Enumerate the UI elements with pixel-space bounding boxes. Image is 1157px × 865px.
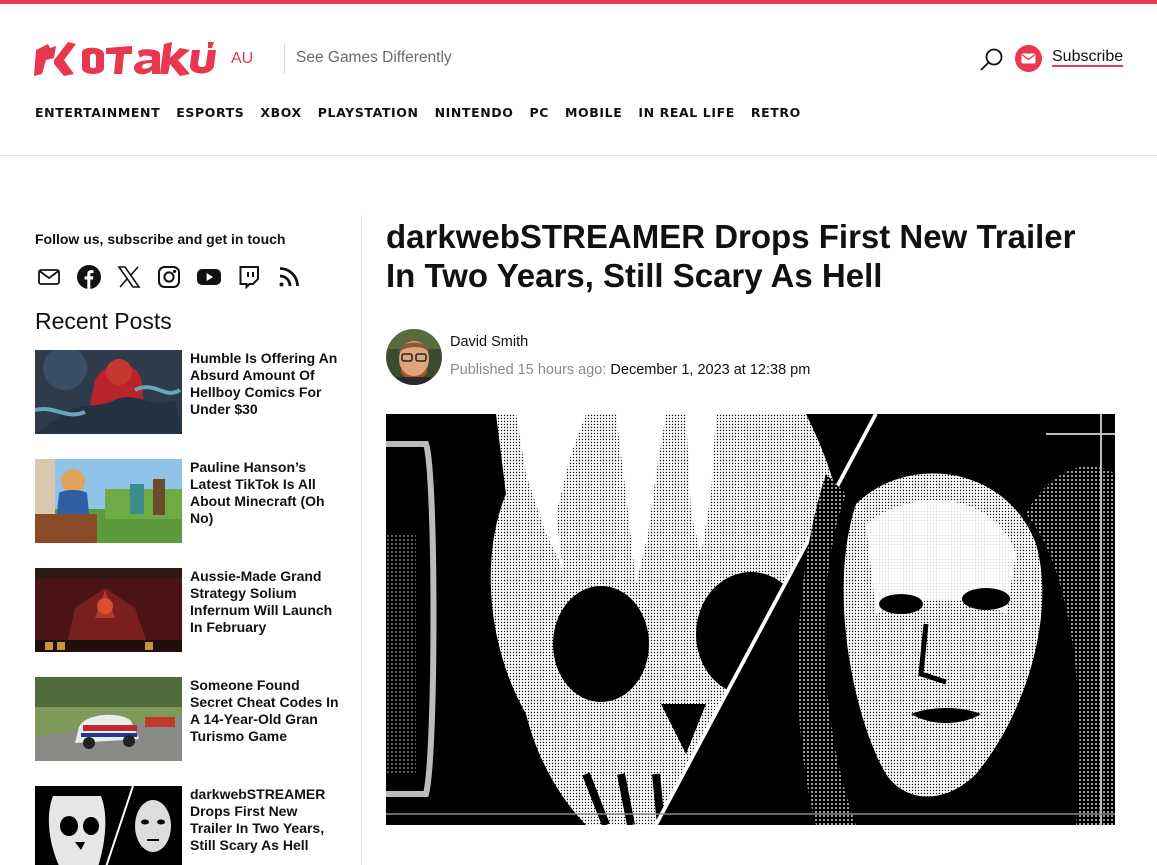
rss-icon[interactable] — [277, 265, 301, 289]
recent-posts-heading: Recent Posts — [35, 308, 172, 334]
published-date: December 1, 2023 at 12:38 pm — [610, 362, 811, 378]
post-title[interactable]: Pauline Hanson’s Latest TikTok Is All Ab… — [190, 459, 340, 527]
post-thumbnail[interactable] — [35, 677, 182, 761]
x-icon[interactable] — [117, 265, 141, 289]
nav-item-entertainment[interactable]: ENTERTAINMENT — [35, 105, 160, 120]
post-title[interactable]: Aussie-Made Grand Strategy Solium Infern… — [190, 568, 340, 636]
nav-item-retro[interactable]: RETRO — [751, 105, 801, 120]
site-header: AU See Games Differently Subscribe ENTER… — [0, 4, 1157, 156]
nav-item-mobile[interactable]: MOBILE — [565, 105, 622, 120]
publish-info: Published 15 hours ago: December 1, 2023 … — [450, 362, 810, 378]
post-thumbnail[interactable] — [35, 350, 182, 434]
follow-heading: Follow us, subscribe and get in touch — [35, 231, 286, 247]
nav-item-in-real-life[interactable]: IN REAL LIFE — [638, 105, 735, 120]
post-title[interactable]: Humble Is Offering An Absurd Amount Of H… — [190, 350, 340, 418]
post-title[interactable]: darkwebSTREAMER Drops First New Trailer … — [190, 786, 340, 854]
tagline: See Games Differently — [296, 49, 452, 66]
author-name[interactable]: David Smith — [450, 334, 528, 350]
hero-image — [386, 414, 1115, 825]
recent-post-item[interactable]: Someone Found Secret Cheat Codes In A 14… — [35, 677, 345, 761]
nav-item-esports[interactable]: ESPORTS — [176, 105, 244, 120]
facebook-icon[interactable] — [77, 265, 101, 289]
avatar[interactable] — [386, 329, 442, 385]
header-divider — [284, 44, 285, 74]
social-links — [37, 265, 301, 290]
search-icon[interactable] — [978, 46, 1006, 74]
twitch-icon[interactable] — [237, 265, 261, 290]
post-thumbnail[interactable] — [35, 786, 182, 865]
column-divider — [361, 215, 362, 865]
mail-icon[interactable] — [37, 265, 61, 289]
recent-post-item[interactable]: darkwebSTREAMER Drops First New Trailer … — [35, 786, 345, 865]
kotaku-logo[interactable] — [34, 36, 216, 82]
subscribe-link[interactable]: Subscribe — [1052, 48, 1123, 66]
nav-item-xbox[interactable]: XBOX — [260, 105, 301, 120]
recent-post-item[interactable]: Aussie-Made Grand Strategy Solium Infern… — [35, 568, 345, 652]
nav-item-nintendo[interactable]: NINTENDO — [435, 105, 514, 120]
post-title[interactable]: Someone Found Secret Cheat Codes In A 14… — [190, 677, 340, 745]
main-nav: ENTERTAINMENT ESPORTS XBOX PLAYSTATION N… — [35, 105, 801, 120]
region-label[interactable]: AU — [231, 50, 253, 68]
recent-post-item[interactable]: Pauline Hanson’s Latest TikTok Is All Ab… — [35, 459, 345, 543]
recent-post-item[interactable]: Humble Is Offering An Absurd Amount Of H… — [35, 350, 345, 434]
nav-item-playstation[interactable]: PLAYSTATION — [318, 105, 419, 120]
post-thumbnail[interactable] — [35, 459, 182, 543]
published-label: Published 15 hours ago: — [450, 362, 607, 378]
article-title: darkwebSTREAMER Drops First New Trailer … — [386, 218, 1076, 294]
youtube-icon[interactable] — [197, 265, 221, 289]
mail-icon[interactable] — [1015, 45, 1042, 72]
nav-item-pc[interactable]: PC — [529, 105, 549, 120]
instagram-icon[interactable] — [157, 265, 181, 289]
post-thumbnail[interactable] — [35, 568, 182, 652]
